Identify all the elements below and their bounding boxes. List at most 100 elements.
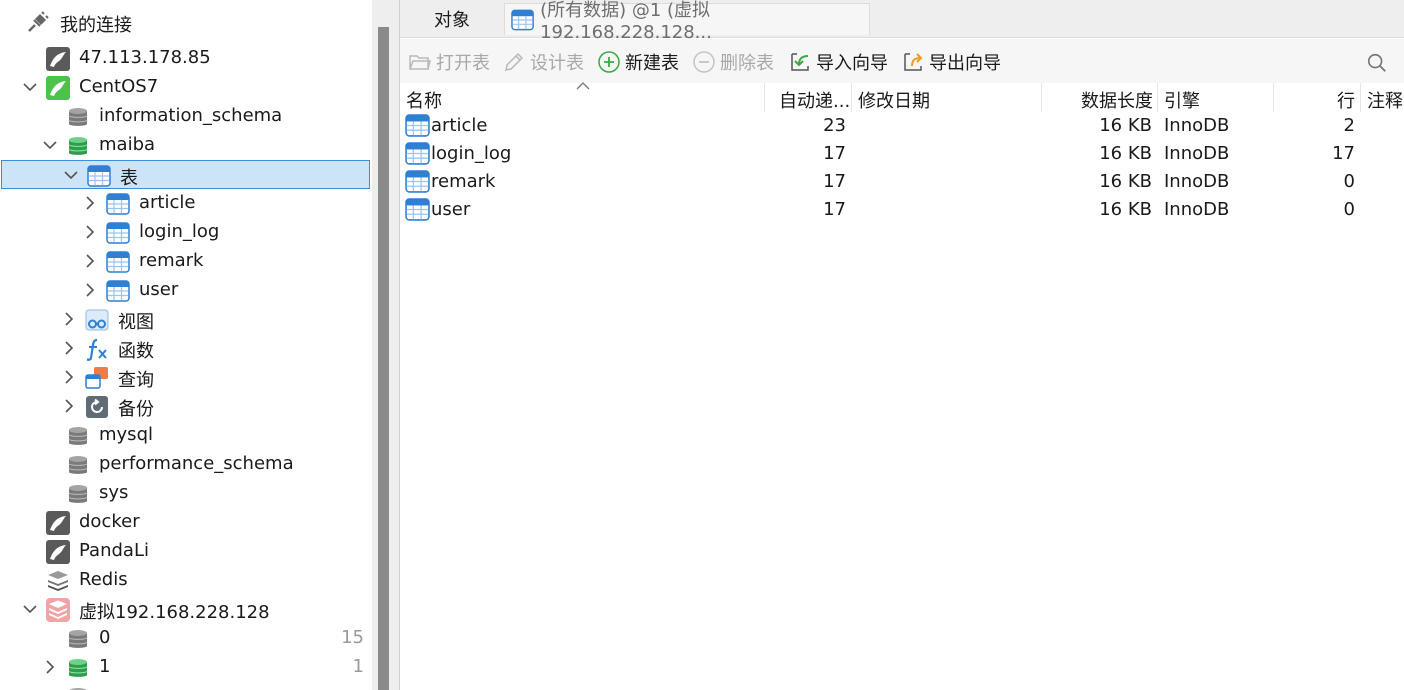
redis-connection-icon: [46, 569, 70, 593]
grid-header: 名称 自动递... 修改日期 数据长度 引擎 行 注释: [400, 82, 1404, 113]
tree-item-label: 0: [99, 627, 111, 648]
chevron-down-icon[interactable]: [22, 601, 38, 617]
new-table-label: 新建表: [625, 53, 679, 74]
col-header-name[interactable]: 名称: [406, 87, 442, 113]
tab-objects[interactable]: 对象: [400, 3, 504, 35]
tree-item-table-article[interactable]: article: [0, 189, 372, 218]
delete-table-label: 删除表: [720, 53, 774, 74]
cell-name: user: [431, 199, 471, 220]
tree-item-db-information-schema[interactable]: information_schema: [0, 102, 372, 131]
tree-header: 我的连接: [0, 0, 372, 44]
cell-auto-increment: 17: [823, 171, 846, 192]
tree-item-table-remark[interactable]: remark: [0, 247, 372, 276]
tree-item-tables[interactable]: 表: [1, 160, 370, 189]
vertical-scrollbar[interactable]: [378, 27, 389, 690]
chevron-right-icon[interactable]: [61, 340, 77, 356]
tree-header-label: 我的连接: [60, 15, 132, 36]
tree-item-table-login-log[interactable]: login_log: [0, 218, 372, 247]
col-header-modified-date[interactable]: 修改日期: [858, 87, 930, 113]
chevron-right-icon[interactable]: [82, 195, 98, 211]
design-table-button[interactable]: 设计表: [502, 50, 584, 74]
cell-name: article: [431, 115, 488, 136]
tree-item-label: 查询: [118, 370, 154, 391]
redis-connection-icon: [46, 598, 70, 622]
search-icon[interactable]: [1366, 52, 1388, 74]
cell-data-length: 16 KB: [1099, 143, 1152, 164]
table-row[interactable]: login_log 17 16 KB InnoDB 17: [400, 140, 1404, 168]
tree-item-views[interactable]: 视图: [0, 305, 372, 334]
tree-item-backups[interactable]: 备份: [0, 392, 372, 421]
chevron-right-icon[interactable]: [82, 253, 98, 269]
remove-circle-icon: [693, 51, 715, 73]
chevron-right-icon[interactable]: [42, 659, 58, 675]
delete-table-button[interactable]: 删除表: [692, 50, 774, 74]
chevron-right-icon[interactable]: [82, 282, 98, 298]
tab-query-results[interactable]: (所有数据) @1 (虚拟192.168.228.128...: [504, 0, 870, 43]
tree-item-db-maiba[interactable]: maiba: [0, 131, 372, 160]
cell-data-length: 16 KB: [1099, 115, 1152, 136]
column-divider[interactable]: [1157, 83, 1158, 112]
column-divider[interactable]: [1273, 83, 1274, 112]
pane-splitter[interactable]: [372, 0, 400, 690]
mysql-connection-icon: [46, 540, 70, 564]
column-divider[interactable]: [764, 83, 765, 112]
tree-item-connection-redis[interactable]: Redis: [0, 566, 372, 595]
plug-icon: [28, 11, 49, 32]
tree-item-label: 备份: [118, 399, 154, 420]
column-divider[interactable]: [1360, 83, 1361, 112]
tree-item-label: remark: [139, 250, 204, 271]
chevron-down-icon[interactable]: [22, 79, 38, 95]
col-header-rows[interactable]: 行: [1337, 87, 1355, 113]
cell-name: login_log: [431, 143, 512, 164]
table-icon: [405, 169, 430, 194]
tab-label: (所有数据) @1 (虚拟192.168.228.128...: [540, 0, 712, 43]
column-divider[interactable]: [851, 83, 852, 112]
table-row[interactable]: article 23 16 KB InnoDB 2: [400, 112, 1404, 140]
chevron-right-icon[interactable]: [61, 369, 77, 385]
tree-item-label: 1: [99, 656, 111, 677]
chevron-right-icon[interactable]: [61, 398, 77, 414]
chevron-down-icon[interactable]: [63, 167, 79, 183]
export-wizard-button[interactable]: 导出向导: [901, 50, 1001, 74]
import-wizard-label: 导入向导: [816, 53, 888, 74]
column-divider[interactable]: [1041, 83, 1042, 112]
query-icon: [85, 367, 108, 389]
add-circle-icon: [598, 51, 620, 73]
chevron-right-icon[interactable]: [61, 311, 77, 327]
object-toolbar: 打开表 设计表 新建表 删除表 导入向导 导出向导: [400, 39, 1404, 83]
tab-label: 对象: [434, 10, 470, 31]
chevron-down-icon[interactable]: [42, 137, 58, 153]
table-icon: [106, 279, 130, 303]
key-count: 15: [341, 627, 364, 648]
tree-item-connection-vm[interactable]: 虚拟192.168.228.128: [0, 595, 372, 624]
import-wizard-button[interactable]: 导入向导: [788, 50, 888, 74]
cell-engine: InnoDB: [1164, 143, 1230, 164]
tree-item-table-user[interactable]: user: [0, 276, 372, 305]
cell-rows: 17: [1332, 143, 1355, 164]
tree-item-functions[interactable]: 函数: [0, 334, 372, 363]
tree-item-connection-pandali[interactable]: PandaLi: [0, 537, 372, 566]
tree-item-queries[interactable]: 查询: [0, 363, 372, 392]
new-table-button[interactable]: 新建表: [597, 50, 679, 74]
tree-item-connection-47[interactable]: 47.113.178.85: [0, 44, 372, 73]
chevron-right-icon[interactable]: [82, 224, 98, 240]
col-header-engine[interactable]: 引擎: [1164, 87, 1200, 113]
tree-item-redis-db-0[interactable]: 0 15: [0, 624, 372, 653]
tree-item-db-performance-schema[interactable]: performance_schema: [0, 450, 372, 479]
tree-item-redis-db-1[interactable]: 1 1: [0, 653, 372, 682]
table-row[interactable]: remark 17 16 KB InnoDB 0: [400, 168, 1404, 196]
mysql-connection-icon: [46, 511, 70, 535]
tree-item-connection-centos7[interactable]: CentOS7: [0, 73, 372, 102]
cell-engine: InnoDB: [1164, 199, 1230, 220]
tree-item-redis-db-2-partial[interactable]: [0, 682, 372, 690]
col-header-auto-increment[interactable]: 自动递...: [779, 87, 850, 113]
col-header-data-length[interactable]: 数据长度: [1081, 87, 1153, 113]
open-table-button[interactable]: 打开表: [408, 50, 490, 74]
cell-auto-increment: 17: [823, 143, 846, 164]
tree-item-connection-docker[interactable]: docker: [0, 508, 372, 537]
table-row[interactable]: user 17 16 KB InnoDB 0: [400, 196, 1404, 224]
tree-item-db-mysql[interactable]: mysql: [0, 421, 372, 450]
col-header-comment[interactable]: 注释: [1367, 87, 1403, 113]
function-icon: [86, 338, 107, 361]
tree-item-db-sys[interactable]: sys: [0, 479, 372, 508]
